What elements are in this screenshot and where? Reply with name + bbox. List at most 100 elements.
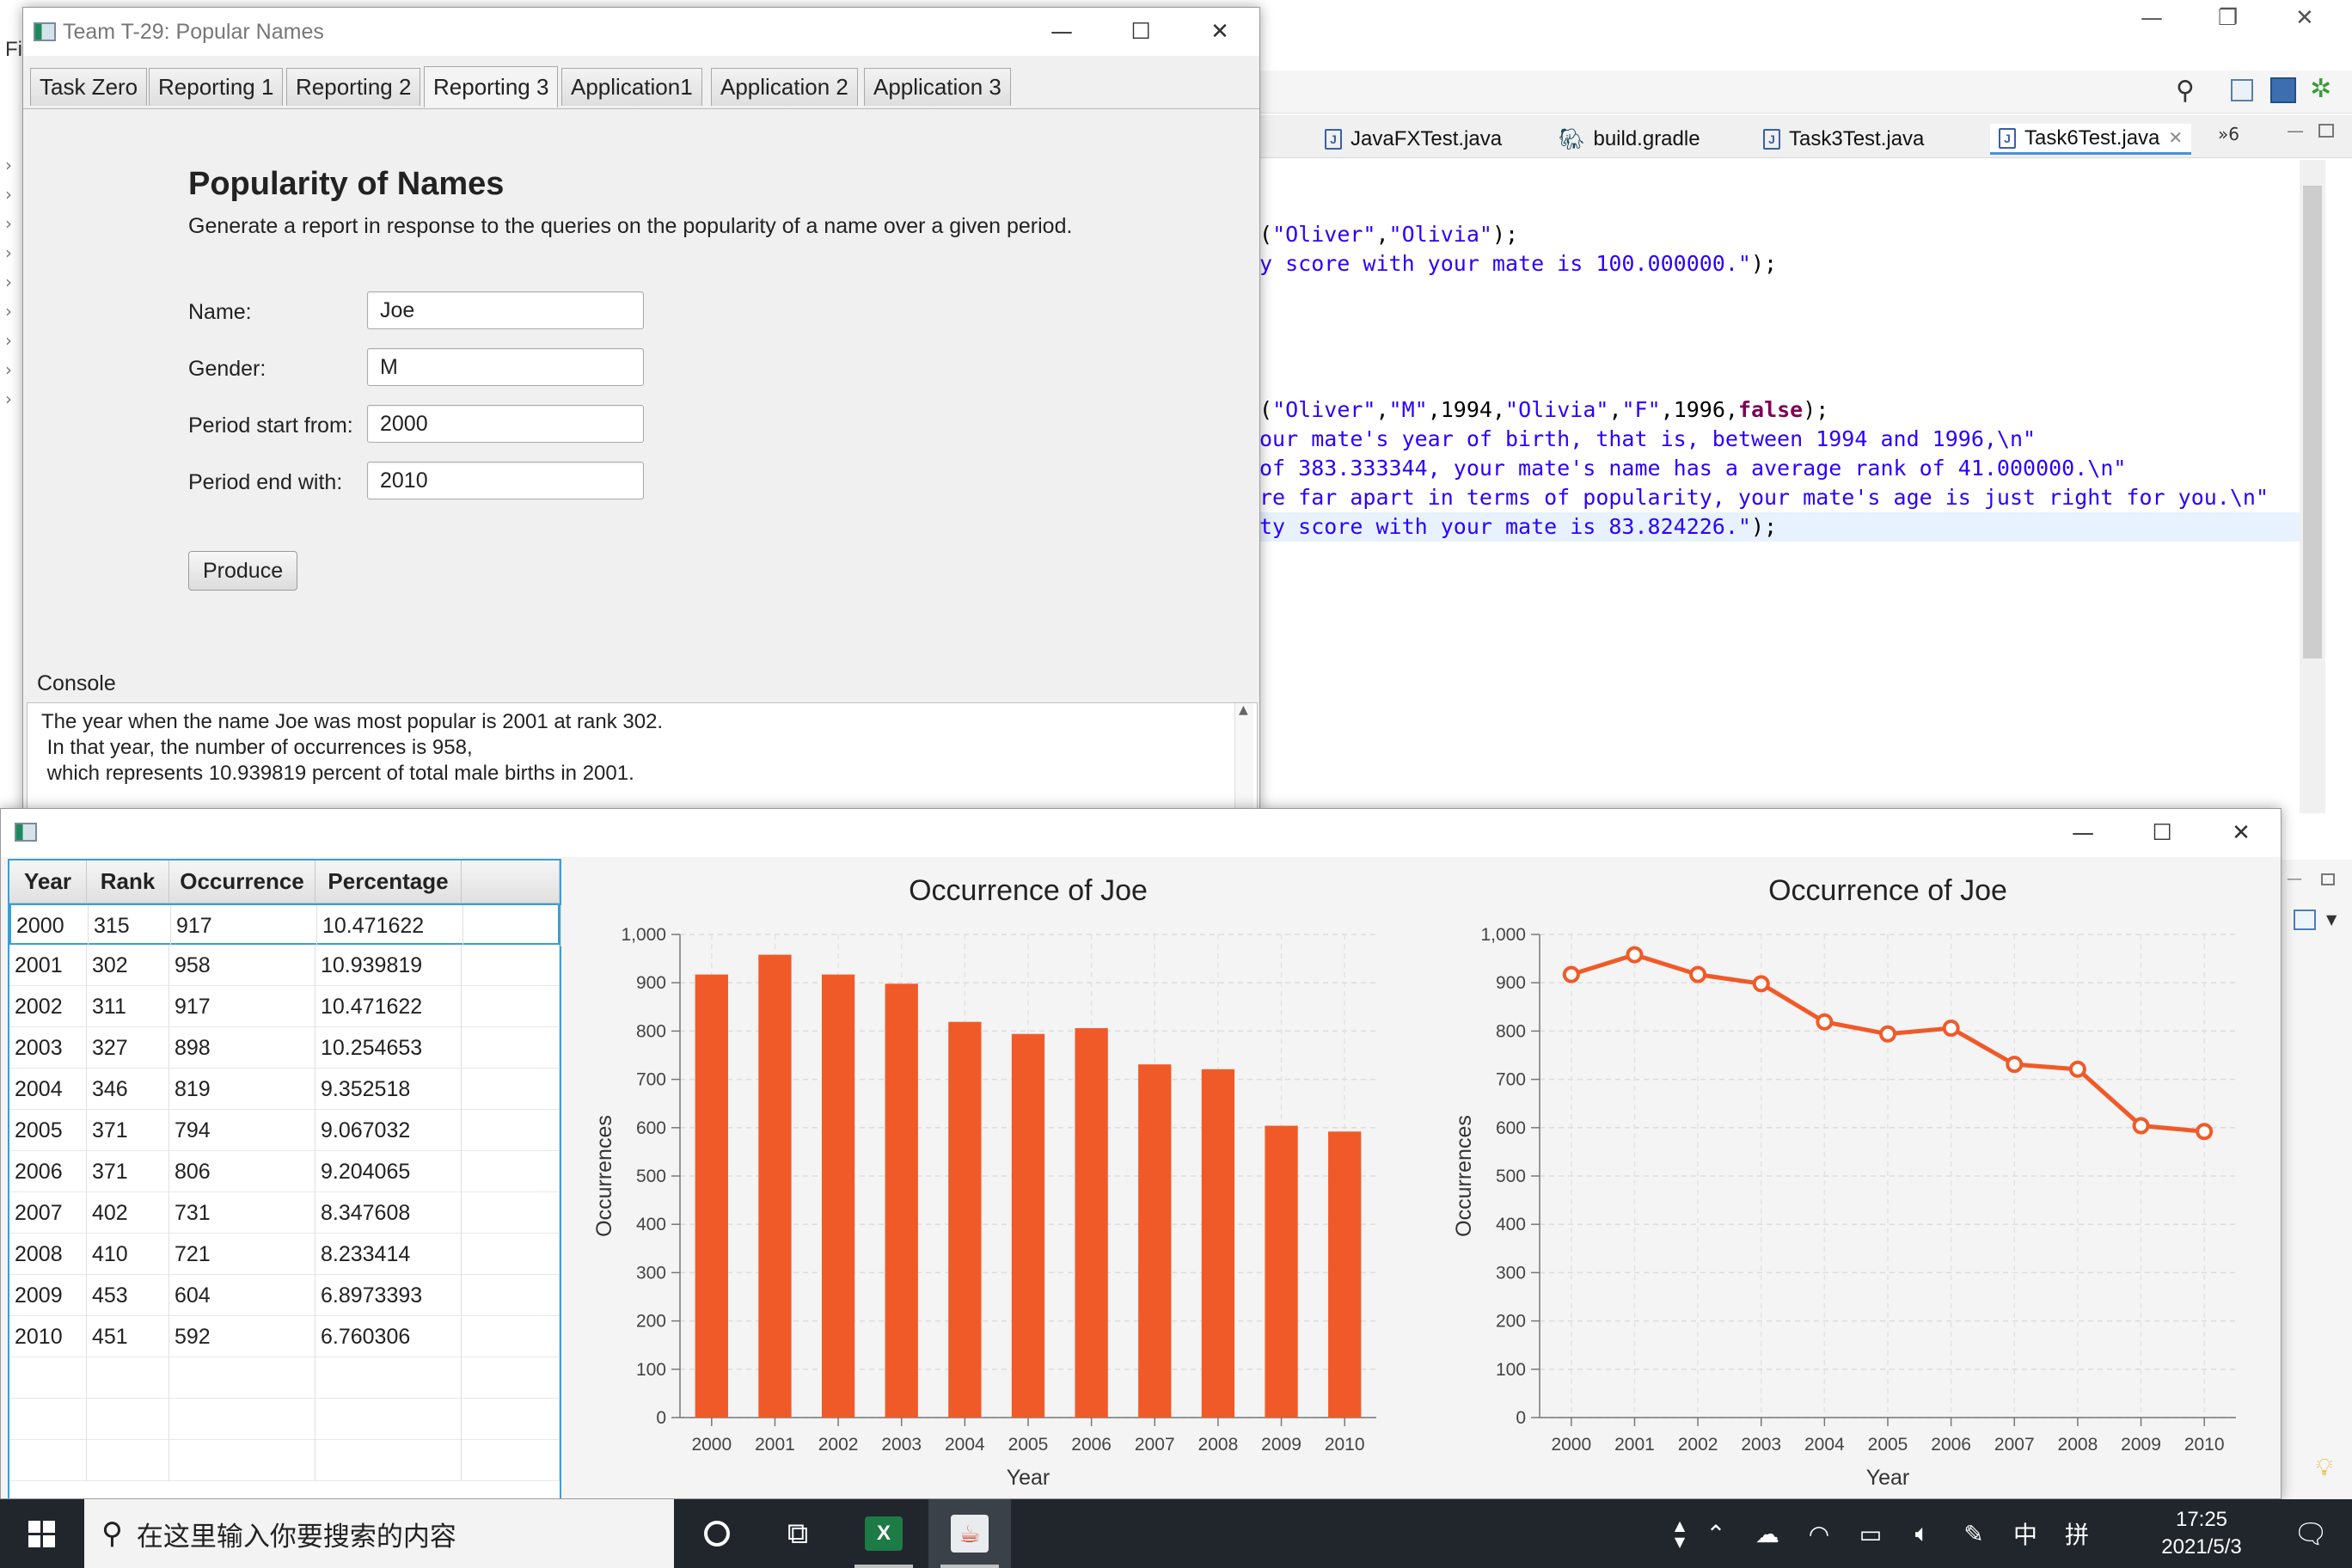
table-cell: 8.347608 <box>315 1192 462 1234</box>
java-perspective-icon[interactable] <box>2270 77 2296 103</box>
column-header-percentage[interactable]: Percentage <box>315 861 462 903</box>
table-row[interactable]: 2009 453 604 6.8973393 <box>9 1275 560 1316</box>
onedrive-cloud-icon[interactable]: ☁︎ <box>1742 1520 1793 1548</box>
tab-application-3[interactable]: Application 3 <box>864 68 1011 106</box>
taskbar-search[interactable]: ⚲ 在这里输入你要搜索的内容 <box>84 1499 674 1568</box>
period-start-label: Period start from: <box>188 413 353 438</box>
table-row[interactable]: 2004 346 819 9.352518 <box>9 1069 560 1110</box>
clock-date: 2021/5/3 <box>2161 1535 2242 1559</box>
tab-reporting-2[interactable]: Reporting 2 <box>286 68 421 106</box>
tab-close-icon[interactable]: ✕ <box>2168 127 2183 149</box>
code-editor[interactable]: ("Oliver","Olivia"); y score with your ma… <box>1259 160 2300 813</box>
editor-tab-task3test[interactable]: J Task3Test.java <box>1763 124 1924 155</box>
wifi-icon[interactable]: ◠ <box>1793 1520 1845 1548</box>
notification-center-button[interactable]: 🗨︎ <box>2269 1499 2352 1568</box>
tab-reporting-3[interactable]: Reporting 3 <box>424 66 559 107</box>
table-row[interactable]: 2002 311 917 10.471622 <box>9 986 560 1027</box>
task-view-button[interactable]: ⧉ <box>756 1499 839 1568</box>
taskbar-clock[interactable]: 17:25 2021/5/3 <box>2128 1506 2275 1561</box>
panel-maximize-icon[interactable] <box>2321 873 2335 885</box>
table-row[interactable]: 2001 302 958 10.939819 <box>9 945 560 986</box>
volume-icon[interactable]: 🔈︎ <box>1896 1519 1948 1548</box>
y-tick-label: 600 <box>1496 1118 1526 1138</box>
debug-perspective-icon[interactable]: ✲ <box>2310 74 2331 104</box>
scrollbar-thumb[interactable] <box>2303 186 2322 658</box>
scroll-up-icon[interactable]: ▲ <box>1239 703 1248 717</box>
name-input[interactable] <box>367 291 644 329</box>
editor-tab-task6test[interactable]: J Task6Test.java ✕ <box>1990 124 2192 155</box>
chevron-right-icon[interactable]: › <box>5 359 12 380</box>
cortana-button[interactable] <box>676 1499 758 1568</box>
battery-icon[interactable]: ▭ <box>1845 1520 1896 1548</box>
chevron-right-icon[interactable]: › <box>5 330 12 351</box>
chevron-right-icon[interactable]: › <box>5 389 12 409</box>
ide-minimize-button[interactable]: — <box>2141 5 2163 31</box>
close-button[interactable]: ✕ <box>2202 809 2281 857</box>
chevron-right-icon[interactable]: › <box>5 213 12 234</box>
tab-application-2[interactable]: Application 2 <box>711 68 858 106</box>
column-header-rank[interactable]: Rank <box>87 861 169 903</box>
lightbulb-icon[interactable]: 💡︎ <box>2316 1453 2333 1482</box>
tab-task-zero[interactable]: Task Zero <box>30 68 148 106</box>
search-icon[interactable]: ⚲ <box>2176 76 2195 106</box>
chevron-down-icon[interactable]: ▼ <box>2326 911 2337 928</box>
editor-tab-build-gradle[interactable]: 🐘︎ build.gradle <box>1559 124 1700 155</box>
chevron-down-icon[interactable]: ▼ <box>1675 1534 1685 1550</box>
occurrence-table[interactable]: Year Rank Occurrence Percentage 2000 315 9… <box>8 859 561 1498</box>
editor-minimize-icon[interactable]: — <box>2287 120 2304 141</box>
tray-overflow-chevron-icon[interactable]: ⌃ <box>1690 1520 1742 1548</box>
java-taskbar-button[interactable]: ☕︎ <box>928 1499 1011 1568</box>
table-cell: 592 <box>169 1316 315 1357</box>
open-perspective-icon[interactable] <box>2231 79 2253 101</box>
editor-scrollbar[interactable] <box>2300 160 2325 813</box>
chevron-right-icon[interactable]: › <box>5 301 12 322</box>
taskbar-scroll-arrows[interactable]: ▲ ▼ <box>1671 1499 1688 1568</box>
console-scrollbar[interactable]: ▲ <box>1234 703 1253 811</box>
produce-button[interactable]: Produce <box>188 551 298 591</box>
close-button[interactable]: ✕ <box>1180 8 1259 56</box>
ide-close-button[interactable]: ✕ <box>2295 5 2314 31</box>
minimize-button[interactable]: — <box>1022 8 1101 56</box>
ime-language-indicator[interactable]: 中 <box>2000 1516 2051 1551</box>
pen-icon[interactable]: ✎ <box>1948 1520 2000 1548</box>
chevron-right-icon[interactable]: › <box>5 242 12 263</box>
ime-mode-indicator[interactable]: 拼 <box>2051 1516 2103 1551</box>
table-cell <box>9 1357 87 1399</box>
table-row[interactable]: 2008 410 721 8.233414 <box>9 1234 560 1275</box>
table-row[interactable]: 2006 371 806 9.204065 <box>9 1151 560 1192</box>
chevron-up-icon[interactable]: ▲ <box>1675 1517 1685 1534</box>
tab-application1[interactable]: Application1 <box>561 68 702 106</box>
window-title-bar[interactable]: Team T-29: Popular Names — ☐ ✕ <box>23 8 1259 56</box>
panel-minimize-icon[interactable]: — <box>2287 870 2302 888</box>
table-row[interactable]: 2003 327 898 10.254653 <box>9 1027 560 1069</box>
column-header-occurrence[interactable]: Occurrence <box>169 861 315 903</box>
minimize-button[interactable]: — <box>2043 809 2122 857</box>
table-row[interactable]: 2010 451 592 6.760306 <box>9 1316 560 1357</box>
period-start-input[interactable] <box>367 405 644 443</box>
ide-restore-button[interactable]: ❐ <box>2218 5 2238 31</box>
editor-tab-javafxtest[interactable]: J JavaFXTest.java <box>1325 124 1502 155</box>
table-row[interactable]: 2007 402 731 8.347608 <box>9 1192 560 1234</box>
y-tick-label: 200 <box>636 1312 666 1332</box>
table-row[interactable]: 2000 315 917 10.471622 <box>9 903 561 946</box>
tab-overflow-indicator[interactable]: »6 <box>2218 124 2239 144</box>
console-output[interactable]: The year when the name Joe was most popu… <box>27 702 1258 811</box>
panel-view-icon[interactable] <box>2294 910 2316 930</box>
x-tick-label: 2001 <box>755 1435 795 1455</box>
maximize-button[interactable]: ☐ <box>1101 8 1180 56</box>
chart-window-title-bar[interactable]: — ☐ ✕ <box>1 809 2281 857</box>
tab-reporting-1[interactable]: Reporting 1 <box>149 68 284 106</box>
chevron-right-icon[interactable]: › <box>5 155 12 175</box>
maximize-button[interactable]: ☐ <box>2122 809 2202 857</box>
chevron-right-icon[interactable]: › <box>5 184 12 205</box>
excel-taskbar-button[interactable]: X <box>842 1499 925 1568</box>
app-window-icon <box>15 823 37 842</box>
table-row[interactable]: 2005 371 794 9.067032 <box>9 1110 560 1151</box>
start-button[interactable] <box>0 1499 83 1568</box>
chevron-right-icon[interactable]: › <box>5 272 12 292</box>
period-end-input[interactable] <box>367 462 644 499</box>
gender-input[interactable] <box>367 348 644 386</box>
editor-maximize-icon[interactable] <box>2318 124 2334 138</box>
column-header-year[interactable]: Year <box>9 861 87 903</box>
console-line: The year when the name Joe was most popu… <box>41 710 664 733</box>
